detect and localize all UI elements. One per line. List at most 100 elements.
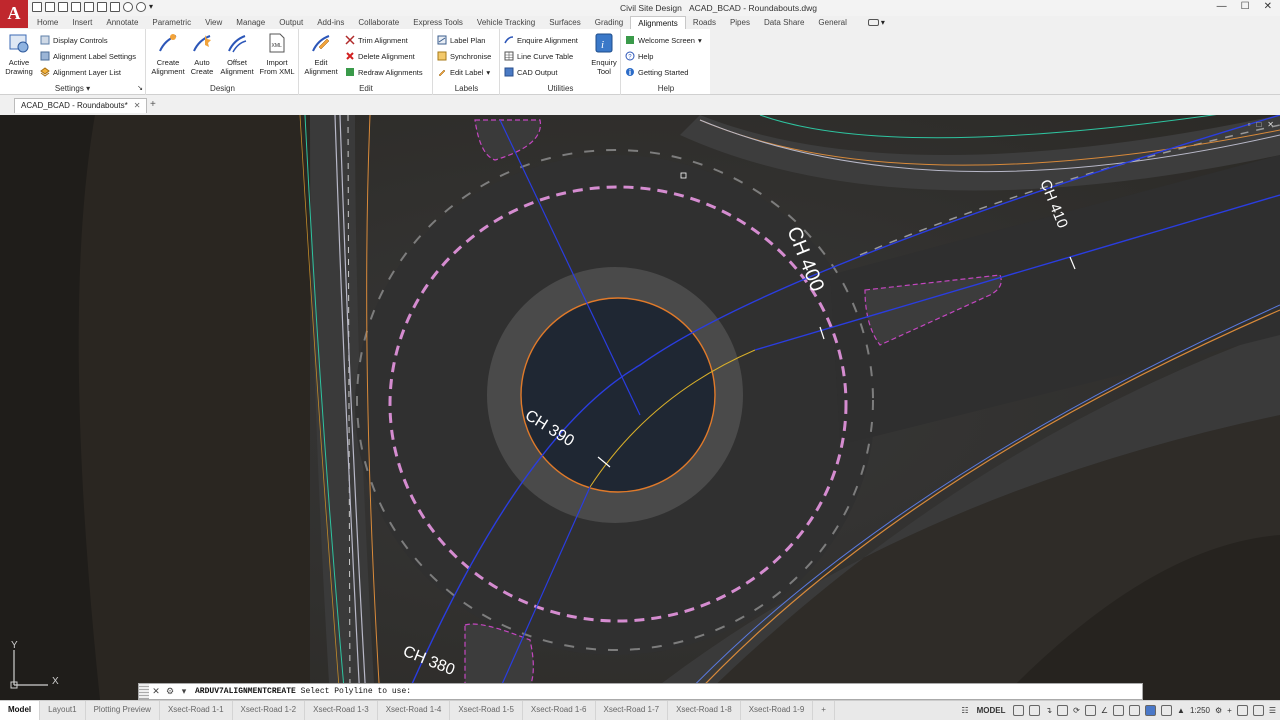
application-menu-button[interactable]: A [0, 0, 28, 28]
minimize-button[interactable]: — [1217, 1, 1227, 12]
close-icon[interactable]: ✕ [134, 99, 141, 113]
tab-parametric[interactable]: Parametric [145, 16, 198, 29]
edit-alignment-button[interactable]: Edit Alignment [301, 32, 341, 76]
layout-tab-xsect-1-2[interactable]: Xsect-Road 1-2 [233, 701, 306, 720]
layout-tab-xsect-1-7[interactable]: Xsect-Road 1-7 [596, 701, 669, 720]
transparency-icon[interactable] [1145, 705, 1157, 716]
redo-icon[interactable] [136, 2, 146, 12]
workspace-gear-icon[interactable]: ⚙ [1215, 706, 1222, 715]
drawing-canvas[interactable]: CH 410 CH 400 CH 390 CH 380 X Y ▫ □ ✕ [0, 115, 1280, 700]
layout-tab-plotting-preview[interactable]: Plotting Preview [86, 701, 160, 720]
settings-panel-title[interactable]: Settings ▾ [0, 84, 145, 93]
tab-vehicle-tracking[interactable]: Vehicle Tracking [470, 16, 542, 29]
help-button[interactable]: ? Help [625, 50, 653, 62]
close-icon[interactable]: ✕ [149, 686, 163, 697]
enquiry-tool-button[interactable]: i Enquiry Tool [589, 32, 619, 76]
delete-alignment-button[interactable]: Delete Alignment [345, 50, 415, 62]
annotation-scale-icon[interactable]: ▲ [1177, 706, 1185, 715]
tab-grading[interactable]: Grading [588, 16, 630, 29]
units-icon[interactable] [1236, 705, 1248, 716]
import-from-xml-button[interactable]: XML Import From XML [257, 32, 297, 76]
close-window-button[interactable]: ✕ [1264, 1, 1272, 12]
synchronise-button[interactable]: Synchronise [437, 50, 491, 62]
snap-icon[interactable] [1029, 705, 1041, 716]
layout-tab-xsect-1-5[interactable]: Xsect-Road 1-5 [450, 701, 523, 720]
display-controls-button[interactable]: Display Controls [40, 34, 108, 46]
qat-dropdown-icon[interactable]: ▾ [149, 2, 153, 14]
new-tab-button[interactable]: + [150, 99, 156, 110]
model-space-toggle[interactable]: MODEL [974, 706, 1009, 715]
layout-tab-xsect-1-6[interactable]: Xsect-Road 1-6 [523, 701, 596, 720]
command-line-grip[interactable] [139, 684, 149, 699]
viewport-close-button[interactable]: ✕ [1267, 120, 1274, 129]
tab-collaborate[interactable]: Collaborate [351, 16, 406, 29]
maximize-button[interactable]: ☐ [1241, 1, 1250, 12]
save-web-icon[interactable] [97, 2, 107, 12]
layout-tab-layout1[interactable]: Layout1 [40, 701, 86, 720]
tab-pipes[interactable]: Pipes [723, 16, 757, 29]
selection-cycling-icon[interactable] [1161, 705, 1173, 716]
alignment-layer-list-button[interactable]: Alignment Layer List [40, 66, 121, 78]
welcome-screen-button[interactable]: Welcome Screen ▾ [625, 34, 702, 46]
save-icon[interactable] [58, 2, 68, 12]
customization-icon[interactable]: ☰ [1269, 706, 1276, 715]
cad-output-button[interactable]: CAD Output [504, 66, 557, 78]
redraw-alignments-button[interactable]: Redraw Alignments [345, 66, 423, 78]
tab-general[interactable]: General [811, 16, 853, 29]
line-curve-table-button[interactable]: Line Curve Table [504, 50, 573, 62]
plot-icon[interactable] [110, 2, 120, 12]
label-plan-button[interactable]: Label Plan [437, 34, 485, 46]
customize-icon[interactable]: ⚙ [163, 686, 177, 697]
active-drawing-button[interactable]: Active Drawing [3, 32, 35, 76]
lineweight-icon[interactable] [1129, 705, 1141, 716]
viewport-restore-button[interactable]: □ [1256, 120, 1261, 129]
grid-icon[interactable] [1013, 705, 1025, 716]
open-file-icon[interactable] [45, 2, 55, 12]
alignment-label-settings-button[interactable]: Alignment Label Settings [40, 50, 136, 62]
object-snap-tracking-icon[interactable]: ∠ [1101, 706, 1108, 715]
document-tab[interactable]: ACAD_BCAD - Roundabouts* ✕ [14, 98, 148, 113]
polar-tracking-icon[interactable]: ⟳ [1073, 706, 1080, 715]
object-snap-icon[interactable] [1113, 705, 1125, 716]
offset-alignment-button[interactable]: Offset Alignment [218, 32, 256, 76]
ribbon-display-toggle[interactable]: ▾ [854, 16, 885, 29]
new-file-icon[interactable] [32, 2, 42, 12]
tab-view[interactable]: View [198, 16, 229, 29]
recent-commands-icon[interactable]: ▾ [177, 686, 191, 697]
tab-manage[interactable]: Manage [229, 16, 272, 29]
layout-tab-xsect-1-8[interactable]: Xsect-Road 1-8 [668, 701, 741, 720]
layout-tab-xsect-1-4[interactable]: Xsect-Road 1-4 [378, 701, 451, 720]
isodraft-icon[interactable] [1084, 705, 1096, 716]
save-as-icon[interactable] [71, 2, 81, 12]
enquire-alignment-button[interactable]: Enquire Alignment [504, 34, 578, 46]
tab-roads[interactable]: Roads [686, 16, 723, 29]
tab-data-share[interactable]: Data Share [757, 16, 811, 29]
tab-insert[interactable]: Insert [65, 16, 99, 29]
tab-alignments[interactable]: Alignments [630, 16, 686, 29]
trim-alignment-button[interactable]: Trim Alignment [345, 34, 408, 46]
layout-tab-model[interactable]: Model [0, 701, 41, 720]
tab-output[interactable]: Output [272, 16, 310, 29]
layout-tab-xsect-1-9[interactable]: Xsect-Road 1-9 [741, 701, 814, 720]
infer-constraints-icon[interactable]: ↴ [1045, 706, 1052, 715]
tab-surfaces[interactable]: Surfaces [542, 16, 588, 29]
isolate-objects-icon[interactable] [1252, 705, 1264, 716]
tab-express-tools[interactable]: Express Tools [406, 16, 470, 29]
edit-label-button[interactable]: Edit Label ▾ [437, 66, 490, 78]
ortho-icon[interactable] [1057, 705, 1069, 716]
panel-launcher-icon[interactable]: ↘ [137, 84, 143, 92]
annotation-scale-value[interactable]: 1:250 [1190, 706, 1210, 715]
menu-icon[interactable]: ☷ [961, 706, 968, 715]
auto-create-button[interactable]: Auto Create [187, 32, 217, 76]
layout-tab-xsect-1-3[interactable]: Xsect-Road 1-3 [305, 701, 378, 720]
command-line[interactable]: ✕ ⚙ ▾ ARDUV7ALIGNMENTCREATE Select Polyl… [138, 683, 1143, 700]
viewport-minimize-button[interactable]: ▫ [1248, 120, 1251, 129]
layout-tab-xsect-1-1[interactable]: Xsect-Road 1-1 [160, 701, 233, 720]
open-web-icon[interactable] [84, 2, 94, 12]
tab-annotate[interactable]: Annotate [99, 16, 145, 29]
create-alignment-button[interactable]: Create Alignment [149, 32, 187, 76]
annotation-monitor-icon[interactable]: + [1227, 706, 1232, 715]
getting-started-button[interactable]: Getting Started [625, 66, 688, 78]
tab-home[interactable]: Home [30, 16, 65, 29]
tab-add-ins[interactable]: Add-ins [310, 16, 351, 29]
